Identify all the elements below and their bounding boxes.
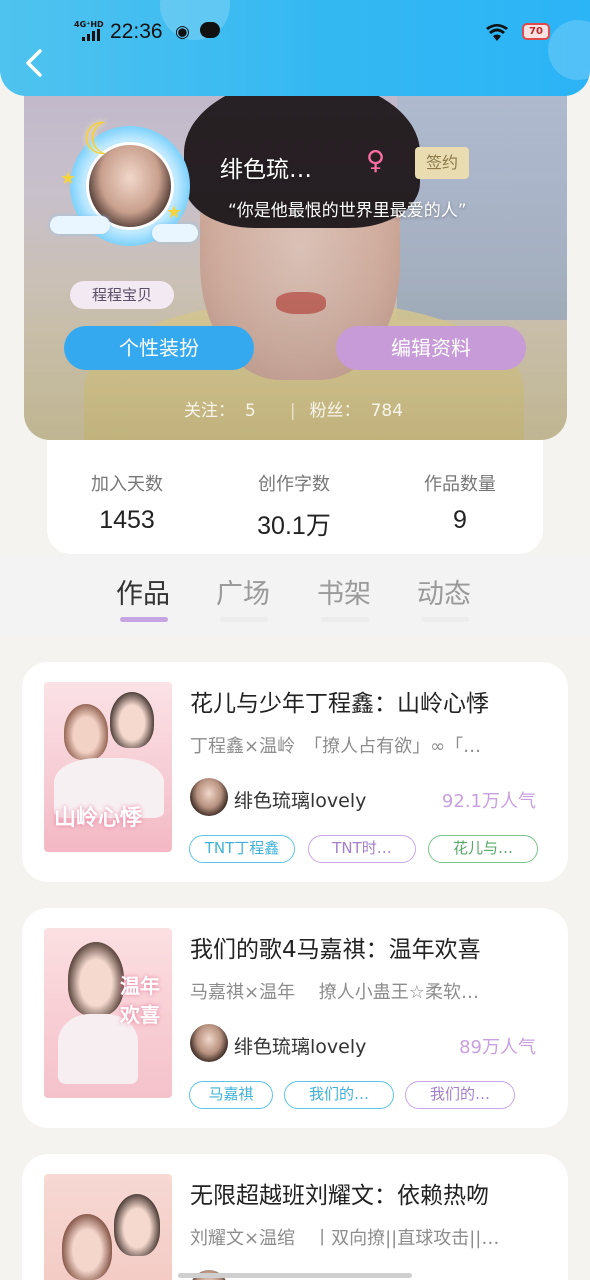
fans-link[interactable]: 粉丝： 784 [310, 401, 413, 421]
work-description: 丁程鑫×温岭 「撩人占有欲」∞「… [190, 736, 482, 757]
tab-works[interactable]: 作品 [116, 572, 170, 611]
following-link[interactable]: 关注： 5 [184, 401, 266, 421]
work-card[interactable]: 无限超越班刘耀文：依赖热吻 刘耀文×温绾 丨双向撩||直球攻击||… [22, 1154, 568, 1280]
message-icon [200, 22, 220, 38]
battery-icon: 70 [522, 23, 550, 40]
work-tag[interactable]: 马嘉祺 [189, 1081, 273, 1109]
follow-stats: 关注： 5 | 粉丝： 784 [184, 396, 423, 421]
work-tag[interactable]: 花儿与… [428, 835, 538, 863]
work-cover: 温年欢喜 [44, 928, 172, 1098]
stat-join-days: 加入天数 1453 [91, 474, 163, 534]
work-cover [44, 1174, 172, 1280]
work-cover: 山岭心悸 [44, 682, 172, 852]
status-bar: 4G⁺HD 22:36 ◉ 70 [0, 14, 590, 54]
work-title: 无限超越班刘耀文：依赖热吻 [190, 1183, 489, 1209]
home-indicator[interactable] [178, 1273, 412, 1278]
work-card[interactable]: 温年欢喜 我们的歌4马嘉祺：温年欢喜 马嘉祺×温年 撩人小蛊王☆柔软… 绯色琉璃… [22, 908, 568, 1128]
network-indicator: 4G⁺HD [74, 20, 104, 29]
work-tag[interactable]: TNT丁程鑫 [189, 835, 295, 863]
profile-signature: “你是他最恨的世界里最爱的人” [228, 201, 467, 221]
cover-title: 山岭心悸 [54, 806, 143, 831]
signal-icon [82, 29, 104, 41]
work-tag[interactable]: 我们的… [284, 1081, 394, 1109]
author-name: 绯色琉璃lovely [234, 1036, 367, 1058]
weibo-icon: ◉ [175, 22, 190, 42]
author-avatar [190, 778, 228, 816]
work-title: 花儿与少年丁程鑫：山岭心悸 [190, 691, 489, 717]
cover-title: 温年欢喜 [120, 974, 160, 1027]
popularity: 92.1万人气 [441, 791, 536, 812]
star-icon: ★ [166, 202, 183, 223]
dress-up-button[interactable]: 个性装扮 [64, 326, 254, 370]
stats-card: 加入天数 1453 创作字数 30.1万 作品数量 9 [47, 440, 543, 554]
stat-works-count: 作品数量 9 [424, 474, 496, 534]
edit-profile-button[interactable]: 编辑资料 [336, 326, 526, 370]
cloud-icon [50, 216, 110, 234]
author-avatar [190, 1024, 228, 1062]
back-button[interactable] [20, 48, 50, 78]
clock: 22:36 [110, 20, 163, 43]
work-description: 刘耀文×温绾 丨双向撩||直球攻击||… [190, 1228, 500, 1249]
author-name: 绯色琉璃lovely [234, 790, 367, 812]
work-card[interactable]: 山岭心悸 花儿与少年丁程鑫：山岭心悸 丁程鑫×温岭 「撩人占有欲」∞「… 绯色琉… [22, 662, 568, 882]
tab-square[interactable]: 广场 [216, 572, 270, 611]
tab-bar [0, 554, 590, 636]
work-title: 我们的歌4马嘉祺：温年欢喜 [190, 937, 481, 963]
tab-indicator [120, 617, 168, 622]
wifi-icon [486, 24, 508, 47]
tab-bookshelf[interactable]: 书架 [317, 572, 371, 611]
work-description: 马嘉祺×温年 撩人小蛊王☆柔软… [190, 982, 479, 1003]
female-icon: ♀ [366, 146, 386, 176]
nickname: 绯色琉… [220, 157, 312, 183]
work-tag[interactable]: 我们的… [405, 1081, 515, 1109]
stat-word-count: 创作字数 30.1万 [257, 474, 331, 540]
work-tag[interactable]: TNT时… [308, 835, 416, 863]
tab-feed[interactable]: 动态 [417, 572, 471, 611]
fan-tag: 程程宝贝 [70, 281, 174, 309]
moon-icon: ☾ [82, 114, 122, 165]
chevron-left-icon [26, 49, 42, 77]
cloud-icon [152, 224, 198, 242]
avatar-frame[interactable]: ☾ ★ ★ [50, 114, 198, 246]
star-icon: ★ [60, 168, 77, 189]
signed-badge: 签约 [415, 147, 469, 179]
popularity: 89万人气 [459, 1037, 536, 1058]
